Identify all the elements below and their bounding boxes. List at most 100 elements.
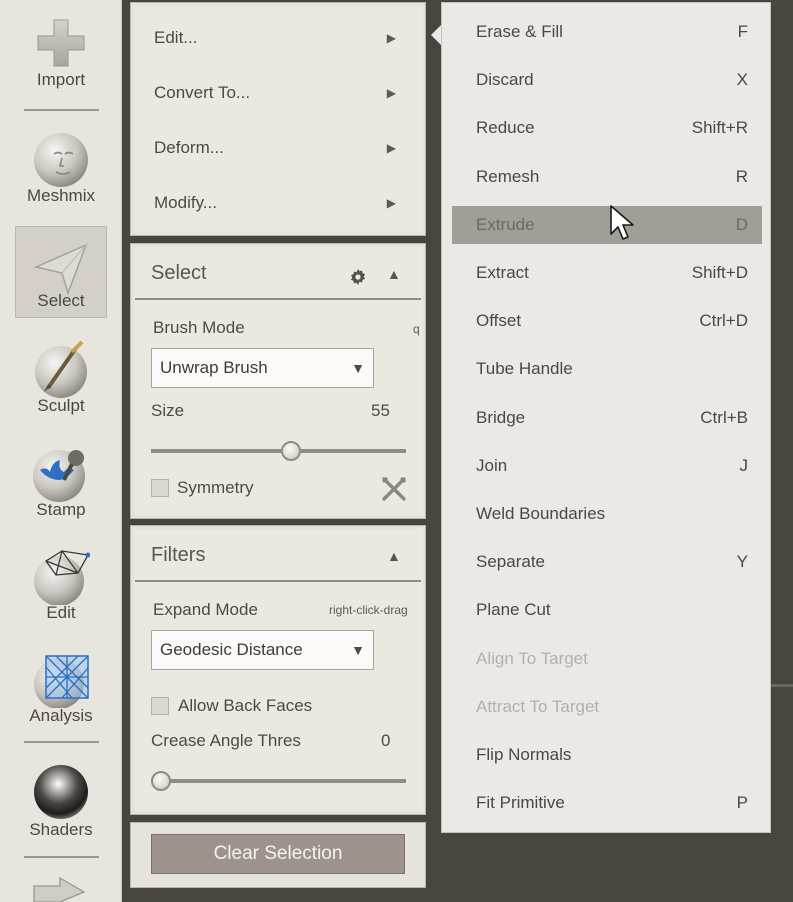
edit-mesh-sphere-icon	[34, 550, 90, 605]
actions-panel: Edit... ▶ Convert To... ▶ Deform... ▶ Mo…	[130, 2, 426, 236]
tool-import-label: Import	[36, 70, 86, 89]
symmetry-checkbox[interactable]	[151, 479, 169, 497]
crease-slider-track[interactable]	[151, 779, 406, 783]
submenu-arrow-icon: ▶	[386, 86, 396, 100]
tool-stamp[interactable]: Stamp	[15, 434, 107, 526]
tool-analysis[interactable]: Analysis	[15, 640, 107, 732]
submenu-item-shortcut: X	[736, 70, 748, 90]
toolbar-divider	[24, 856, 99, 858]
submenu-item-remesh[interactable]: Remesh R	[452, 158, 762, 196]
tool-sculpt[interactable]: Sculpt	[15, 330, 107, 422]
symmetry-tool-icon[interactable]	[381, 476, 407, 502]
submenu-item-weld-boundaries[interactable]: Weld Boundaries	[452, 495, 762, 533]
submenu-item-label: Weld Boundaries	[476, 504, 606, 523]
menu-item-convert-to[interactable]: Convert To... ▶	[154, 78, 402, 108]
submenu-item-label: Flip Normals	[476, 745, 572, 764]
allow-back-faces-checkbox[interactable]	[151, 697, 169, 715]
submenu-item-shortcut: Ctrl+B	[700, 407, 748, 427]
select-panel-header[interactable]: Select ▲	[135, 248, 421, 300]
expand-mode-hint: right-click-drag	[329, 603, 408, 617]
submenu-item-attract-to-target: Attract To Target	[452, 688, 762, 726]
brush-mode-dropdown[interactable]: Unwrap Brush ▼	[151, 348, 374, 388]
submenu-item-extract[interactable]: Extract Shift+D	[452, 254, 762, 292]
expand-mode-value: Geodesic Distance	[160, 640, 303, 659]
tool-shaders[interactable]: Shaders	[15, 754, 107, 846]
filters-panel: Filters ▲ Expand Mode right-click-drag G…	[130, 525, 426, 815]
tool-import[interactable]: Import	[15, 4, 107, 96]
tool-shaders-label: Shaders	[29, 820, 93, 839]
symmetry-label: Symmetry	[177, 478, 254, 497]
tool-meshmix[interactable]: Meshmix	[15, 120, 107, 212]
submenu-item-label: Erase & Fill	[476, 22, 563, 41]
menu-item-edit[interactable]: Edit... ▶	[154, 23, 402, 53]
submenu-item-erase-fill[interactable]: Erase & Fill F	[452, 13, 762, 51]
submenu-item-shortcut: P	[736, 793, 748, 813]
select-panel: Select ▲ Brush Mode q Unwrap Brush ▼ Siz…	[130, 243, 426, 519]
clear-selection-panel: Clear Selection	[130, 822, 426, 888]
tool-edit[interactable]: Edit	[15, 537, 107, 629]
submenu-item-discard[interactable]: Discard X	[452, 61, 762, 99]
menu-item-modify[interactable]: Modify... ▶	[154, 188, 402, 218]
allow-back-faces-label: Allow Back Faces	[178, 696, 313, 715]
submenu-arrow-icon: ▶	[386, 141, 396, 155]
submenu-item-extrude[interactable]: Extrude D	[452, 205, 762, 244]
submenu-item-tube-handle[interactable]: Tube Handle	[452, 350, 762, 388]
tool-stamp-label: Stamp	[36, 500, 86, 519]
expand-mode-dropdown[interactable]: Geodesic Distance ▼	[151, 630, 374, 670]
submenu-item-label: Fit Primitive	[476, 793, 565, 813]
submenu-item-label: Reduce	[476, 118, 535, 138]
submenu-item-offset[interactable]: Offset Ctrl+D	[452, 302, 762, 340]
submenu-item-label: Tube Handle	[476, 359, 573, 379]
submenu-item-bridge[interactable]: Bridge Ctrl+B	[452, 399, 762, 437]
submenu-arrow-icon: ▶	[386, 31, 396, 45]
filters-panel-header[interactable]: Filters ▲	[135, 530, 421, 582]
submenu-item-label: Align To Target	[476, 648, 588, 668]
menu-item-modify-label: Modify...	[154, 193, 217, 212]
submenu-item-shortcut: Shift+R	[691, 118, 748, 138]
actions-panel-body: Edit... ▶ Convert To... ▶ Deform... ▶ Mo…	[134, 6, 422, 232]
submenu-item-join[interactable]: Join J	[452, 447, 762, 485]
size-slider-track[interactable]	[151, 449, 406, 453]
expand-mode-label: Expand Mode	[153, 600, 258, 619]
dropdown-caret-icon: ▼	[351, 642, 365, 658]
submenu-item-fit-primitive[interactable]: Fit Primitive P	[452, 784, 762, 822]
tool-sculpt-label: Sculpt	[37, 396, 85, 415]
collapse-up-icon[interactable]: ▲	[387, 266, 401, 282]
brush-mode-value: Unwrap Brush	[160, 358, 268, 377]
crease-slider-knob[interactable]	[151, 771, 171, 791]
viewport-edge	[771, 684, 793, 687]
submenu-item-label: Separate	[476, 552, 545, 572]
submenu-item-shortcut: R	[735, 166, 748, 186]
submenu-item-label: Bridge	[476, 407, 526, 427]
size-label: Size	[151, 401, 185, 420]
clear-selection-button[interactable]: Clear Selection	[151, 834, 405, 874]
submenu-arrow-icon: ▶	[386, 196, 396, 210]
gear-icon[interactable]	[349, 268, 367, 286]
menu-item-deform[interactable]: Deform... ▶	[154, 133, 402, 163]
submenu-item-label: Remesh	[476, 166, 540, 186]
tool-edit-label: Edit	[46, 603, 76, 622]
toolbar-divider	[24, 109, 99, 111]
plus-icon	[37, 19, 85, 67]
submenu-item-shortcut: D	[735, 214, 748, 234]
submenu-item-separate[interactable]: Separate Y	[452, 543, 762, 581]
submenu-item-label: Discard	[476, 70, 534, 90]
tool-analysis-label: Analysis	[29, 706, 93, 725]
toolbar-divider	[24, 741, 99, 743]
submenu-item-label: Join	[476, 455, 508, 475]
submenu-item-label: Extract	[476, 263, 529, 282]
menu-item-convert-to-label: Convert To...	[154, 83, 251, 102]
crease-angle-label: Crease Angle Thres	[151, 731, 301, 750]
submenu-item-label: Plane Cut	[476, 600, 551, 620]
submenu-item-plane-cut[interactable]: Plane Cut	[452, 591, 762, 629]
submenu-item-flip-normals[interactable]: Flip Normals	[452, 736, 762, 774]
submenu-item-label: Extrude	[476, 214, 535, 234]
stamp-sphere-icon	[33, 450, 85, 502]
brush-mode-label: Brush Mode	[153, 318, 245, 337]
export-icon[interactable]	[30, 876, 94, 902]
collapse-up-icon[interactable]: ▲	[387, 548, 401, 564]
shader-sphere-icon	[34, 765, 88, 819]
tool-select[interactable]: Select	[15, 226, 107, 318]
submenu-item-reduce[interactable]: Reduce Shift+R	[452, 109, 762, 147]
select-arrow-icon	[33, 243, 88, 295]
